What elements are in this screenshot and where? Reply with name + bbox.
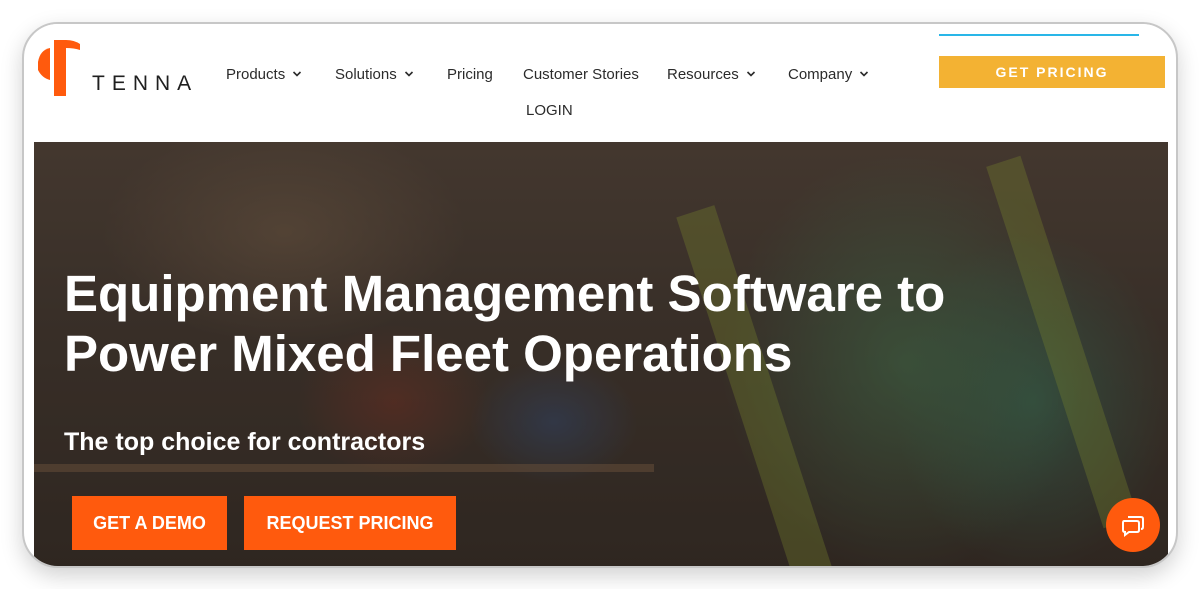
nav-item-resources[interactable]: Resources: [667, 64, 756, 84]
get-a-demo-button[interactable]: GET A DEMO: [72, 496, 227, 550]
hero-title: Equipment Management Software to Power M…: [64, 264, 1144, 384]
login-label: LOGIN: [526, 101, 573, 119]
nav-item-label: Products: [226, 65, 286, 83]
nav-item-label: Company: [788, 65, 853, 83]
tenna-logo-mark: [38, 40, 80, 96]
nav-item-label: Pricing: [447, 65, 493, 83]
nav-item-pricing[interactable]: Pricing: [447, 64, 493, 84]
brand-name: TENNA: [92, 72, 199, 95]
hero-subtitle: The top choice for contractors: [64, 428, 426, 456]
site-header: TENNA Products Solutions Pricing Custome…: [34, 24, 1168, 142]
chevron-down-icon: [746, 71, 755, 77]
nav-item-products[interactable]: Products: [226, 64, 302, 84]
nav-item-customer-stories[interactable]: Customer Stories: [523, 64, 639, 84]
nav-item-label: Solutions: [335, 65, 397, 83]
chevron-down-icon: [404, 71, 413, 77]
browser-frame: TENNA Products Solutions Pricing Custome…: [22, 22, 1178, 568]
chat-bubble-icon: [1122, 516, 1144, 537]
request-pricing-button[interactable]: REQUEST PRICING: [244, 496, 456, 550]
cta-accent-line: [939, 34, 1139, 36]
nav-item-company[interactable]: Company: [788, 64, 869, 84]
get-pricing-button[interactable]: GET PRICING: [939, 56, 1165, 88]
chat-button[interactable]: [1106, 498, 1160, 552]
brand-logo[interactable]: TENNA: [36, 36, 206, 98]
chevron-down-icon: [293, 71, 302, 77]
login-link[interactable]: LOGIN: [526, 100, 573, 120]
hero-banner: Equipment Management Software to Power M…: [34, 142, 1168, 566]
hero-title-line-2: Power Mixed Fleet Operations: [64, 325, 793, 382]
nav-item-label: Resources: [667, 65, 739, 83]
nav-item-label: Customer Stories: [523, 65, 639, 83]
hero-title-line-1: Equipment Management Software to: [64, 265, 946, 322]
nav-item-solutions[interactable]: Solutions: [335, 64, 414, 84]
chevron-down-icon: [860, 71, 869, 77]
